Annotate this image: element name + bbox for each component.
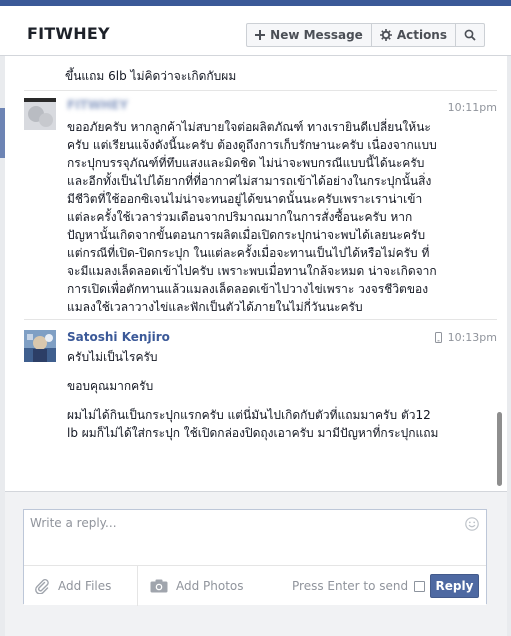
search-icon — [464, 29, 476, 41]
add-files-label: Add Files — [58, 579, 112, 593]
add-files-button[interactable]: Add Files — [34, 566, 111, 606]
new-message-button[interactable]: New Message — [246, 23, 372, 47]
previous-message-tail: ขึ้นแถม 6lb ไม่คิดว่าจะเกิดกับผม — [65, 69, 237, 83]
conversation-title: FITWHEY — [27, 24, 110, 43]
message-divider — [24, 90, 497, 91]
plus-icon — [255, 30, 266, 40]
camera-icon — [150, 579, 168, 593]
reply-composer: Add Files Add Photos Press Enter to send — [23, 509, 487, 606]
header-button-group: New Message Actions — [246, 23, 485, 47]
message-paragraph: ผมไม่ได้กินเป็นกระปุกแรกครับ แต่นี่มันไป… — [67, 408, 439, 440]
timestamp-label: 10:13pm — [447, 331, 497, 344]
message-timestamp: 10:13pm — [434, 331, 497, 344]
mobile-phone-icon — [434, 332, 442, 343]
message-paragraph: ขออภัยครับ หากลูกค้าไม่สบายใจต่อผลิตภัณฑ… — [67, 120, 437, 314]
message-thread[interactable]: ขึ้นแถม 6lb ไม่คิดว่าจะเกิดกับผม FITWHEY… — [5, 57, 505, 491]
conversation-header: FITWHEY New Message Actions — [0, 6, 511, 56]
message-paragraph: ขอบคุณมากครับ — [67, 379, 154, 393]
message-timestamp: 10:11pm — [447, 101, 497, 114]
new-message-label: New Message — [270, 28, 363, 42]
press-enter-checkbox[interactable] — [414, 580, 426, 592]
message-divider — [24, 319, 497, 320]
press-enter-label: Press Enter to send — [292, 579, 409, 593]
profile-avatar[interactable] — [24, 330, 56, 362]
gear-icon — [379, 29, 392, 41]
message-body: ครับไม่เป็นไรครับ ขอบคุณมากครับ ผมไม่ได้… — [67, 348, 439, 442]
right-panel-edge — [507, 56, 511, 636]
add-photos-label: Add Photos — [176, 579, 244, 593]
toolbar-divider — [137, 566, 138, 606]
composer-toolbar: Add Files Add Photos Press Enter to send — [24, 565, 486, 606]
thread-scrollbar[interactable] — [497, 412, 502, 486]
message-body: ขออภัยครับ หากลูกค้าไม่สบายใจต่อผลิตภัณฑ… — [67, 118, 439, 316]
add-photos-button[interactable]: Add Photos — [150, 566, 244, 606]
actions-label: Actions — [396, 28, 447, 42]
search-button[interactable] — [456, 23, 485, 47]
composer-area: Add Files Add Photos Press Enter to send — [5, 491, 507, 636]
reply-input[interactable] — [24, 510, 486, 562]
sender-name[interactable]: Satoshi Kenjiro — [67, 330, 170, 344]
blurred-avatar[interactable] — [24, 98, 56, 130]
actions-button[interactable]: Actions — [371, 23, 456, 47]
sender-name[interactable]: FITWHEY — [67, 98, 128, 112]
smiley-icon[interactable] — [465, 516, 479, 535]
reply-button[interactable]: Reply — [430, 574, 479, 598]
paperclip-icon — [34, 578, 50, 594]
message-paragraph: ครับไม่เป็นไรครับ — [67, 350, 158, 364]
press-enter-option: Press Enter to send — [292, 566, 426, 606]
